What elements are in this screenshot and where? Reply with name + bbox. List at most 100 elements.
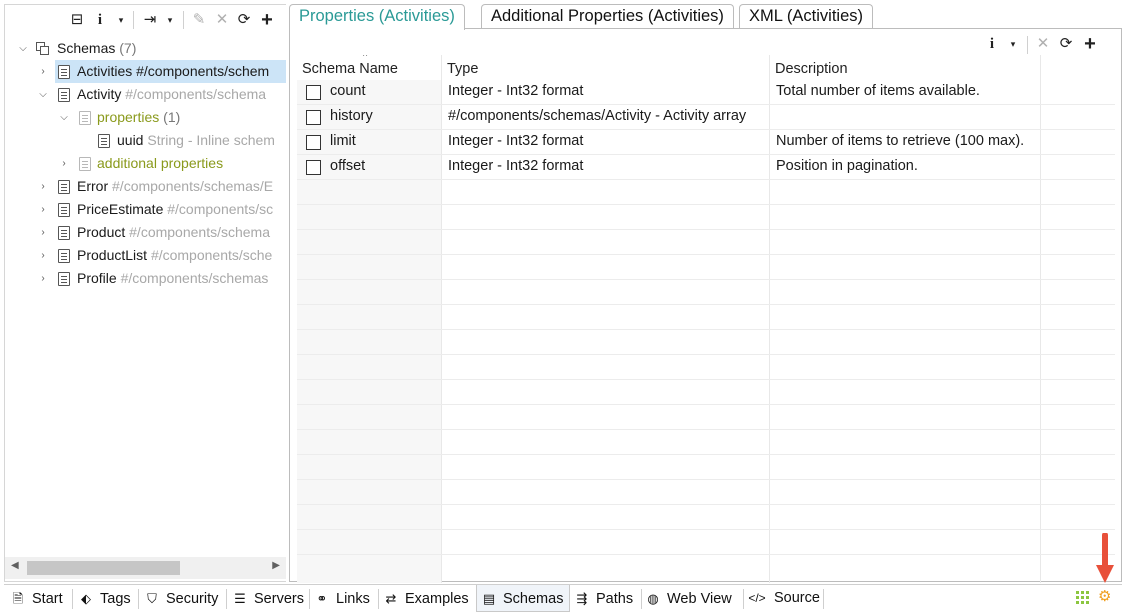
- row-divider: [297, 304, 1115, 305]
- info-icon[interactable]: i: [987, 34, 997, 54]
- row-divider: [297, 504, 1115, 505]
- schema-icon: [58, 226, 70, 240]
- schema-detail-panel: Properties (Activities) Additional Prope…: [289, 4, 1122, 583]
- chevron-right-icon[interactable]: ›: [37, 60, 49, 83]
- row-divider: [297, 179, 1115, 180]
- info-icon[interactable]: i: [95, 10, 105, 30]
- row-checkbox[interactable]: [306, 135, 321, 150]
- chevron-right-icon[interactable]: ›: [37, 244, 49, 267]
- tree-node-profile[interactable]: › Profile #/components/schemas: [5, 267, 286, 290]
- tab-properties[interactable]: Properties (Activities): [289, 4, 465, 30]
- properties-content: i ▾ ✕ ⟳ + Schema Name ^ Type Description: [289, 28, 1122, 583]
- delete-icon[interactable]: ✕: [214, 10, 230, 30]
- row-divider: [297, 154, 1115, 155]
- column-header-description[interactable]: Description: [775, 55, 848, 79]
- row-divider: [297, 329, 1115, 330]
- cell-name: limit: [330, 133, 356, 149]
- cell-description: Number of items to retrieve (100 max).: [776, 133, 1025, 149]
- column-header-type[interactable]: Type: [447, 55, 478, 79]
- tree-node-label: Profile: [77, 270, 117, 286]
- schema-icon: [58, 272, 70, 286]
- tree-node-ref: #/components/schemas: [120, 270, 269, 286]
- tree-node-productlist[interactable]: › ProductList #/components/sche: [5, 244, 286, 267]
- tree-node-count: (7): [119, 40, 137, 56]
- tree-node-activities[interactable]: › Activities #/components/schem: [5, 60, 286, 83]
- refresh-icon[interactable]: ⟳: [1058, 34, 1074, 54]
- shield-icon: ⛉: [147, 591, 157, 606]
- edit-icon[interactable]: ✎: [191, 10, 207, 30]
- info-dropdown-caret-icon[interactable]: ▾: [115, 10, 127, 30]
- tree-node-additional-properties[interactable]: › additional properties: [5, 152, 286, 175]
- row-divider: [297, 379, 1115, 380]
- tree-node-properties[interactable]: ⌵ properties (1): [5, 106, 286, 129]
- tree-node-error[interactable]: › Error #/components/schemas/E: [5, 175, 286, 198]
- tree-node-label: Product: [77, 224, 126, 240]
- bottom-tab-label: Start: [32, 591, 63, 607]
- chevron-right-icon[interactable]: ›: [37, 175, 49, 198]
- tab-additional-properties[interactable]: Additional Properties (Activities): [481, 4, 734, 29]
- chevron-down-icon[interactable]: ⌵: [37, 83, 49, 106]
- tab-xml[interactable]: XML (Activities): [739, 4, 873, 29]
- bottom-tab-source[interactable]: </> Source: [746, 585, 820, 612]
- horizontal-scrollbar[interactable]: ◀ ▶: [5, 557, 286, 579]
- row-divider: [297, 279, 1115, 280]
- examples-icon: ⇄: [385, 591, 397, 606]
- delete-icon[interactable]: ✕: [1035, 34, 1051, 54]
- tree-node-activity[interactable]: ⌵ Activity #/components/schema: [5, 83, 286, 106]
- tab-divider: [72, 589, 73, 609]
- bottom-tab-label: Servers: [254, 591, 304, 607]
- row-checkbox[interactable]: [306, 110, 321, 125]
- tree-node-product[interactable]: › Product #/components/schema: [5, 221, 286, 244]
- chevron-down-icon[interactable]: ⌵: [58, 106, 70, 129]
- scroll-right-icon[interactable]: ▶: [272, 560, 280, 571]
- grid-view-icon[interactable]: [1076, 591, 1090, 605]
- scroll-left-icon[interactable]: ◀: [11, 560, 19, 571]
- gear-icon[interactable]: ⚙: [1098, 587, 1111, 605]
- bottom-tab-start[interactable]: 🗎 Start: [10, 585, 63, 612]
- add-icon[interactable]: +: [1082, 34, 1098, 54]
- refresh-icon[interactable]: ⟳: [236, 10, 252, 30]
- scrollbar-thumb[interactable]: [27, 561, 180, 575]
- bottom-tab-schemas[interactable]: ▤ Schemas: [476, 585, 571, 612]
- bottom-tab-tags[interactable]: ⬖ Tags: [78, 585, 131, 612]
- row-checkbox[interactable]: [306, 85, 321, 100]
- bottom-tab-paths[interactable]: ⇶ Paths: [574, 585, 634, 612]
- bottom-tab-security[interactable]: ⛉ Security: [144, 585, 218, 612]
- chevron-right-icon[interactable]: ›: [37, 267, 49, 290]
- tree-node-label: ProductList: [77, 247, 148, 263]
- row-checkbox[interactable]: [306, 160, 321, 175]
- bottom-tab-servers[interactable]: ☰ Servers: [232, 585, 304, 612]
- bottom-tab-web-view[interactable]: ◍ Web View: [645, 585, 731, 612]
- chevron-down-icon[interactable]: ⌵: [17, 37, 29, 60]
- chevron-right-icon[interactable]: ›: [58, 152, 70, 175]
- chevron-right-icon[interactable]: ›: [37, 221, 49, 244]
- bottom-tab-examples[interactable]: ⇄ Examples: [383, 585, 469, 612]
- bottom-tab-label: Tags: [100, 591, 131, 607]
- export-icon[interactable]: ⇥: [142, 10, 158, 30]
- tree-node-ref: #/components/schemas/E: [112, 178, 274, 194]
- tree-node-schemas[interactable]: ⌵ Schemas (7): [5, 37, 286, 60]
- chevron-right-icon[interactable]: ›: [37, 198, 49, 221]
- tag-icon: ⬖: [81, 591, 91, 606]
- schema-icon: [58, 180, 70, 194]
- tree-node-count: (1): [163, 109, 181, 125]
- bottom-tab-links[interactable]: ⚭ Links: [314, 585, 370, 612]
- row-divider: [297, 429, 1115, 430]
- add-icon[interactable]: +: [259, 10, 275, 30]
- tab-divider: [743, 589, 744, 609]
- schema-tree: ⌵ Schemas (7) › Activities #/components/…: [5, 37, 286, 557]
- tree-node-uuid[interactable]: uuid String - Inline schem: [5, 129, 286, 152]
- column-header-schema-name[interactable]: Schema Name: [302, 55, 398, 79]
- toolbar-divider: [183, 11, 184, 29]
- tree-node-priceestimate[interactable]: › PriceEstimate #/components/sc: [5, 198, 286, 221]
- info-dropdown-caret-icon[interactable]: ▾: [1007, 34, 1019, 54]
- tree-node-label: properties: [97, 109, 160, 125]
- bottom-tab-label: Links: [336, 591, 370, 607]
- bottom-tab-label: Paths: [596, 591, 634, 607]
- cell-type: Integer - Int32 format: [448, 133, 584, 149]
- schema-icon: [58, 203, 70, 217]
- export-dropdown-caret-icon[interactable]: ▾: [164, 10, 176, 30]
- bottom-tab-label: Examples: [405, 591, 469, 607]
- tab-divider: [226, 589, 227, 609]
- collapse-all-icon[interactable]: ⊟: [69, 10, 85, 30]
